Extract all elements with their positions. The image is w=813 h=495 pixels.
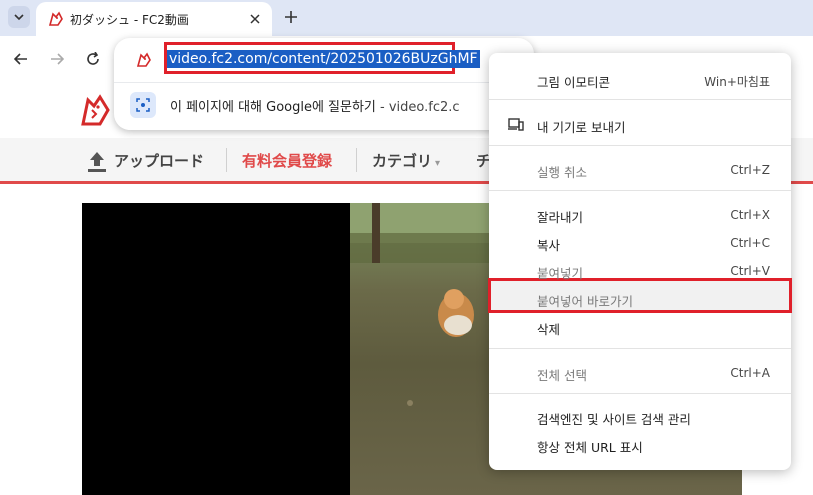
omnibox-divider: [114, 82, 534, 83]
nav-premium-signup[interactable]: 有料会員登録: [242, 150, 332, 171]
menu-label: 그림 이모티콘: [537, 75, 610, 90]
devices-icon: [508, 118, 524, 131]
close-icon: [250, 14, 260, 24]
reload-button[interactable]: [82, 48, 104, 70]
menu-divider: [489, 190, 791, 191]
menu-item-paste[interactable]: 붙여넣기 Ctrl+V: [489, 258, 791, 284]
nav-category-label: カテゴリ: [372, 152, 433, 170]
menu-divider: [489, 99, 791, 100]
menu-shortcut: Win+마침표: [704, 75, 770, 89]
menu-item-send-to-device[interactable]: 내 기기로 보내기: [489, 112, 791, 138]
suggestion-domain: - video.fc2.c: [375, 100, 460, 115]
active-tab[interactable]: 初ダッシュ - FC2動画: [36, 2, 272, 36]
menu-item-delete[interactable]: 삭제: [489, 314, 791, 340]
menu-label: 복사: [537, 238, 561, 253]
menu-item-manage-search-engines[interactable]: 검색엔진 및 사이트 검색 관리: [489, 404, 791, 430]
tab-title: 初ダッシュ - FC2動画: [70, 13, 189, 27]
menu-shortcut: Ctrl+A: [730, 366, 770, 380]
new-tab-button[interactable]: [280, 6, 302, 28]
menu-item-always-show-full-url[interactable]: 항상 전체 URL 표시: [489, 432, 791, 458]
forward-button[interactable]: [46, 48, 68, 70]
nav-category[interactable]: カテゴリ ▾: [372, 150, 440, 171]
menu-shortcut: Ctrl+X: [730, 208, 770, 222]
menu-shortcut: Ctrl+C: [730, 236, 770, 250]
suggestion-label: 이 페이지에 대해 Google에 질문하기: [170, 100, 376, 115]
nav-separator: [226, 148, 227, 172]
back-button[interactable]: [10, 48, 32, 70]
menu-label: 내 기기로 보내기: [537, 120, 626, 135]
google-lens-icon: [130, 92, 156, 118]
menu-item-select-all[interactable]: 전체 선택 Ctrl+A: [489, 360, 791, 386]
menu-label: 검색엔진 및 사이트 검색 관리: [537, 412, 691, 427]
fc2-logo-icon[interactable]: [80, 94, 112, 128]
menu-label: 붙여넣어 바로가기: [537, 294, 633, 309]
tab-list-button[interactable]: [8, 6, 30, 28]
menu-label: 잘라내기: [537, 210, 584, 225]
reload-icon: [87, 52, 99, 65]
arrow-right-icon: [51, 53, 64, 65]
menu-divider: [489, 145, 791, 146]
fc2-favicon-icon: [48, 11, 63, 26]
nav-separator: [356, 148, 357, 172]
omnibox-dropdown: video.fc2.com/content/202501026BUzGhMF 이…: [114, 38, 534, 130]
address-bar-input[interactable]: video.fc2.com/content/202501026BUzGhMF: [167, 50, 480, 68]
menu-shortcut: Ctrl+V: [730, 264, 770, 278]
arrow-left-icon: [14, 53, 27, 65]
menu-label: 전체 선택: [537, 368, 587, 383]
context-menu: 그림 이모티콘 Win+마침표 내 기기로 보내기 실행 취소 Ctrl+Z 잘…: [488, 53, 792, 470]
menu-label: 항상 전체 URL 표시: [537, 440, 643, 455]
menu-divider: [489, 393, 791, 394]
menu-divider: [489, 348, 791, 349]
fc2-favicon-icon: [136, 52, 151, 67]
nav-upload[interactable]: アップロード: [114, 150, 204, 171]
menu-item-paste-and-go[interactable]: 붙여넣어 바로가기: [489, 286, 791, 312]
menu-item-undo[interactable]: 실행 취소 Ctrl+Z: [489, 157, 791, 183]
tab-strip: 初ダッシュ - FC2動画: [0, 0, 813, 36]
menu-label: 삭제: [537, 322, 561, 337]
menu-shortcut: Ctrl+Z: [730, 163, 770, 177]
menu-label: 실행 취소: [537, 165, 587, 180]
menu-item-cut[interactable]: 잘라내기 Ctrl+X: [489, 202, 791, 228]
upload-icon: [88, 152, 106, 172]
tab-close-button[interactable]: [246, 10, 264, 28]
omnibox-suggestion[interactable]: 이 페이지에 대해 Google에 질문하기 - video.fc2.c: [170, 96, 460, 115]
menu-item-copy[interactable]: 복사 Ctrl+C: [489, 230, 791, 256]
menu-label: 붙여넣기: [537, 266, 584, 281]
menu-item-emoji[interactable]: 그림 이모티콘 Win+마침표: [489, 67, 791, 93]
chevron-down-icon: [14, 14, 24, 21]
dropdown-arrow-icon: ▾: [435, 158, 441, 169]
plus-icon: [285, 11, 297, 23]
